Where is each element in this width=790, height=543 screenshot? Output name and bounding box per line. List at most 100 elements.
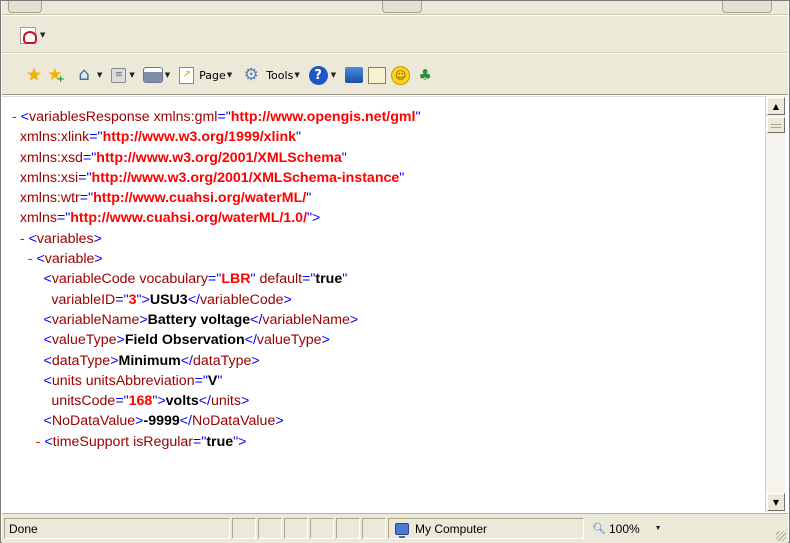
- xml-token: xmlns:gml: [153, 109, 218, 125]
- xml-token: =": [82, 149, 97, 166]
- xml-token: <: [12, 271, 52, 288]
- xml-token: </: [187, 291, 200, 308]
- browser-window: ▼ ★ ★ ⌂ ▼ ≡ ▼ ▼ ↗ Page ▼ ⚙ Tools ▼ ? ▼ ☺…: [0, 0, 790, 543]
- xml-token: http://www.w3.org/1999/xlink: [102, 129, 297, 146]
- status-bar: Done My Computer 🔍︎ 100% ▼: [2, 513, 788, 543]
- contacts-icon[interactable]: ♣: [415, 65, 435, 85]
- add-favorite-icon[interactable]: ★: [47, 65, 69, 85]
- print-dropdown-icon[interactable]: ▼: [165, 71, 170, 79]
- zoom-dropdown-icon[interactable]: ▼: [655, 525, 662, 532]
- xml-token: 3: [128, 291, 137, 308]
- xml-token: =": [115, 291, 129, 308]
- status-cell: [310, 518, 334, 539]
- xml-token: >: [275, 413, 284, 430]
- xml-line: xmlns:xsi="http://www.w3.org/2001/XMLSch…: [12, 168, 421, 188]
- xml-token: <: [12, 352, 52, 369]
- xml-line[interactable]: - <variables>: [12, 229, 421, 249]
- xml-token: ": [341, 149, 347, 166]
- xml-token: </: [250, 311, 263, 328]
- xml-token: =": [217, 109, 231, 125]
- xml-token: dataType: [51, 352, 111, 369]
- xml-token: >: [110, 352, 119, 369]
- xml-token: xmlns: [12, 210, 57, 227]
- tab-right[interactable]: [722, 1, 772, 13]
- help-icon[interactable]: ?: [308, 65, 328, 85]
- scroll-thumb[interactable]: [767, 117, 785, 133]
- xml-line: <units unitsAbbreviation="V": [12, 371, 421, 391]
- xml-line: xmlns:wtr="http://www.cuahsi.org/waterML…: [12, 188, 421, 208]
- home-icon[interactable]: ⌂: [74, 65, 94, 85]
- xml-token: valueType: [51, 332, 117, 349]
- xml-line: unitsCode="168">volts</units>: [12, 391, 421, 411]
- xml-token: Battery voltage: [147, 311, 251, 328]
- xml-token: true: [315, 271, 343, 288]
- xml-line: xmlns:xsd="http://www.w3.org/2001/XMLSch…: [12, 148, 421, 168]
- xml-token: unitsAbbreviation: [85, 372, 195, 389]
- collapse-toggle[interactable]: -: [12, 251, 36, 267]
- xml-token: variableID: [12, 291, 116, 308]
- home-dropdown-icon[interactable]: ▼: [97, 71, 102, 79]
- xml-token: >: [240, 393, 250, 410]
- zone-label: My Computer: [415, 521, 488, 536]
- vertical-scrollbar[interactable]: ▲ ▼: [765, 96, 785, 512]
- security-zone[interactable]: My Computer: [388, 518, 584, 539]
- resize-grip[interactable]: [776, 531, 786, 541]
- xml-token: ": [306, 190, 312, 207]
- help-dropdown-icon[interactable]: ▼: [331, 71, 336, 79]
- xml-token: LBR: [221, 271, 251, 288]
- xml-token: ">: [136, 291, 150, 308]
- collapse-toggle[interactable]: -: [12, 434, 44, 450]
- chevron-down-icon: ▼: [40, 31, 46, 39]
- xml-line: <NoDataValue>-9999</NoDataValue>: [12, 411, 421, 431]
- research-icon[interactable]: [345, 67, 364, 83]
- tools-dropdown-icon[interactable]: ▼: [294, 71, 299, 79]
- xml-token: <: [20, 109, 29, 125]
- xml-token: <: [44, 433, 53, 450]
- xml-token: >: [251, 352, 260, 369]
- pdf-button[interactable]: ▼: [20, 25, 52, 45]
- xml-line: <valueType>Field Observation</valueType>: [12, 330, 421, 350]
- messenger-icon[interactable]: [368, 66, 387, 84]
- xml-token: USU3: [149, 291, 188, 308]
- xml-token: variableName: [262, 311, 350, 328]
- xml-token: ": [399, 169, 405, 186]
- xml-token: >: [94, 251, 103, 268]
- tools-menu-button[interactable]: Tools: [266, 69, 293, 82]
- xml-token: 168: [128, 393, 153, 410]
- xml-token: =": [89, 129, 103, 146]
- pdf-icon: [20, 26, 37, 44]
- xml-token: >: [116, 332, 125, 349]
- feeds-dropdown-icon[interactable]: ▼: [129, 71, 134, 79]
- xml-token: variablesResponse: [28, 109, 154, 125]
- print-icon[interactable]: [142, 67, 163, 83]
- xml-line[interactable]: - <timeSupport isRegular="true">: [12, 432, 421, 452]
- status-cell: [258, 518, 282, 539]
- xml-token: variableName: [51, 311, 140, 328]
- xml-token: dataType: [193, 352, 252, 369]
- favorites-star-icon[interactable]: ★: [24, 65, 44, 85]
- xml-token: http://www.w3.org/2001/XMLSchema-instanc…: [91, 169, 400, 186]
- tab-middle[interactable]: [382, 1, 422, 13]
- xml-line[interactable]: - <variablesResponse xmlns:gml="http://w…: [12, 107, 421, 127]
- tab-left[interactable]: [8, 1, 42, 13]
- addon-toolbar: ▼: [2, 16, 788, 53]
- xml-token: default: [259, 271, 303, 288]
- collapse-toggle[interactable]: -: [12, 109, 21, 125]
- xml-token: >: [283, 291, 292, 308]
- xml-token: variableCode: [51, 271, 140, 288]
- scroll-down-button[interactable]: ▼: [767, 493, 785, 511]
- page-dropdown-icon[interactable]: ▼: [227, 71, 232, 79]
- xml-token: http://www.cuahsi.org/waterML/1.0/: [70, 210, 308, 227]
- xml-token: variables: [36, 230, 94, 247]
- xml-token: =": [193, 433, 207, 450]
- feeds-icon[interactable]: ≡: [111, 67, 127, 83]
- xml-token: xmlns:xsd: [12, 149, 83, 166]
- xml-line[interactable]: - <variable>: [12, 249, 421, 269]
- scroll-up-button[interactable]: ▲: [767, 97, 785, 115]
- page-menu-button[interactable]: Page: [199, 69, 226, 82]
- zoom-control[interactable]: 🔍︎ 100% ▼: [586, 518, 676, 539]
- smiley-icon[interactable]: ☺: [391, 65, 411, 85]
- computer-icon: [395, 522, 409, 538]
- collapse-toggle[interactable]: -: [12, 231, 29, 247]
- xml-token: ": [415, 109, 421, 125]
